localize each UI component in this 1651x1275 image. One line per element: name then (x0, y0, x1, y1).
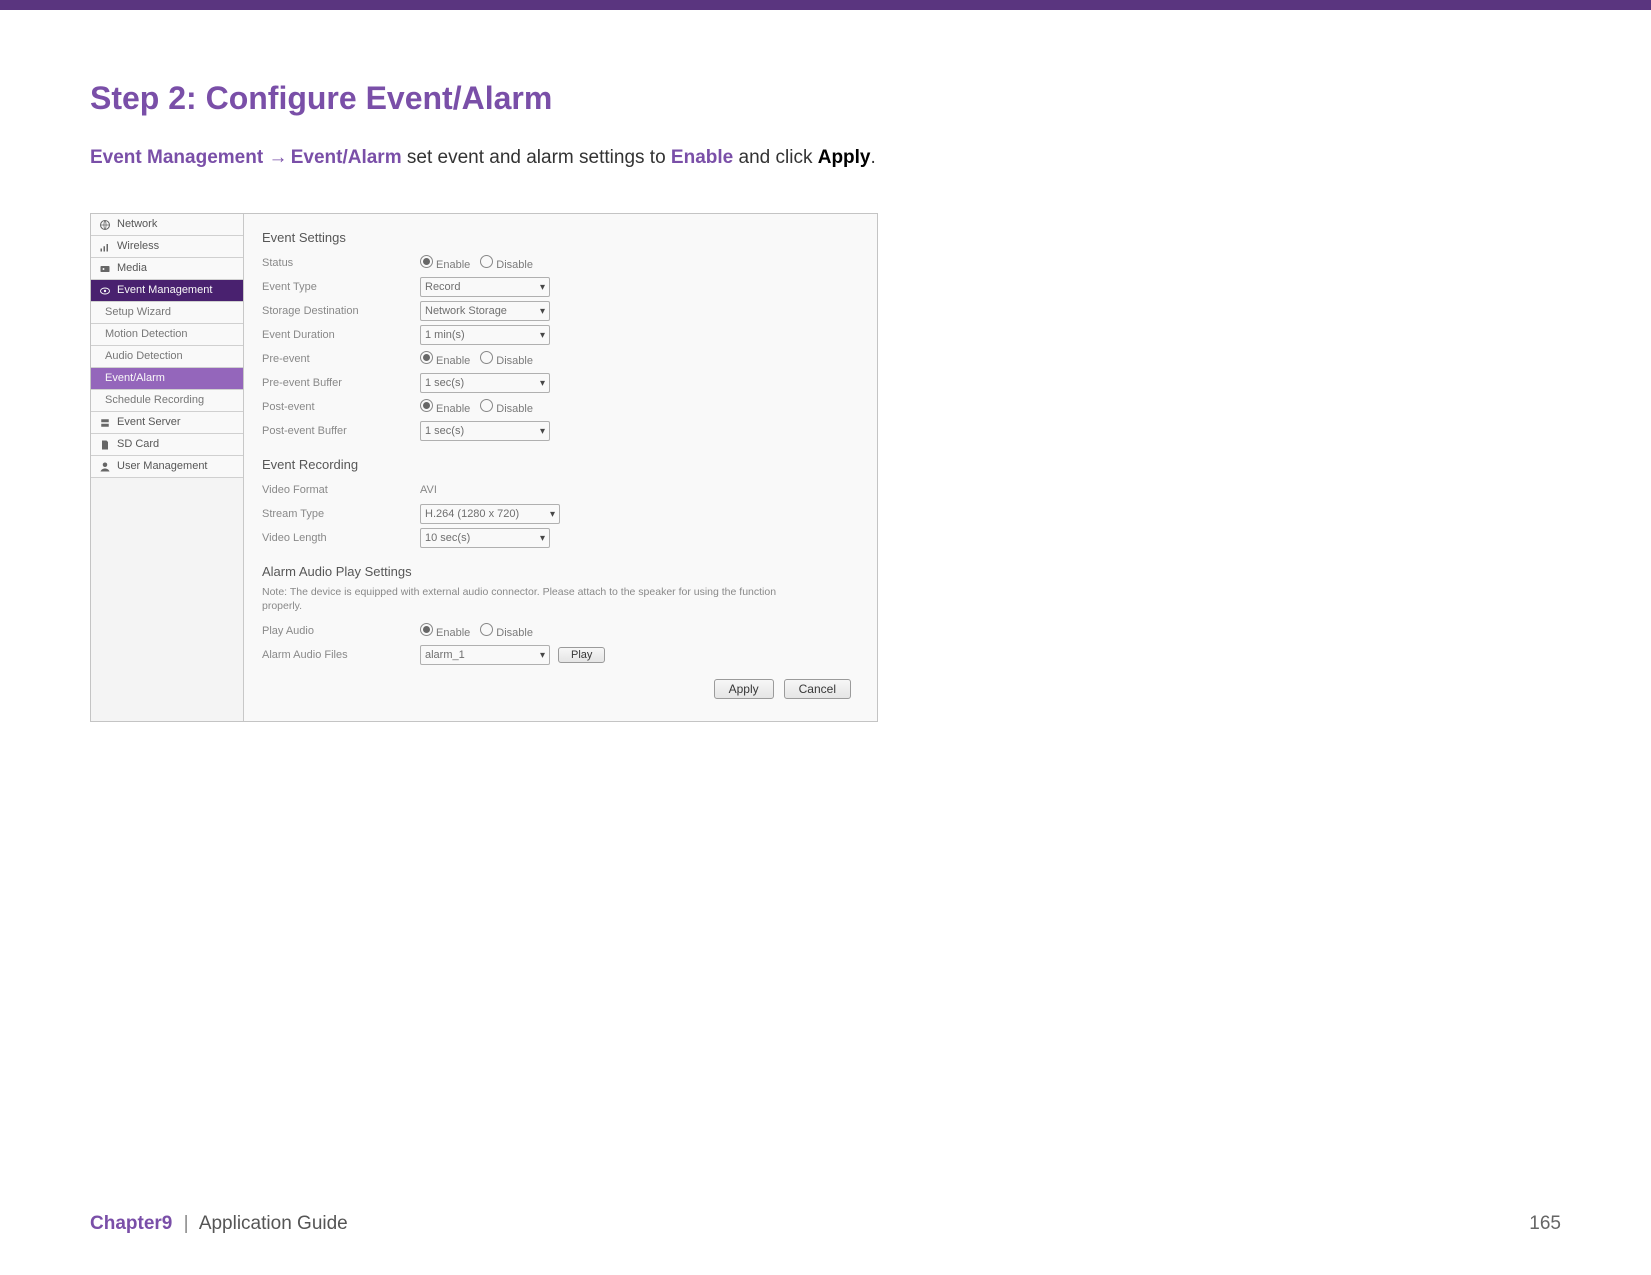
cancel-button[interactable]: Cancel (784, 679, 851, 699)
sidebar-item-label: Media (117, 258, 147, 279)
sidebar-item-motion-detection[interactable]: Motion Detection (91, 324, 243, 346)
sidebar-item-media[interactable]: Media (91, 258, 243, 280)
user-icon (99, 461, 111, 473)
play-audio-disable-radio[interactable] (480, 623, 493, 636)
video-format-value: AVI (420, 484, 540, 496)
stream-type-label: Stream Type (262, 508, 420, 520)
chevron-down-icon: ▾ (540, 330, 545, 341)
status-radio-group[interactable]: Enable Disable (420, 255, 533, 271)
kw-apply-bold: Apply (818, 147, 871, 168)
chevron-down-icon: ▾ (540, 306, 545, 317)
chevron-down-icon: ▾ (540, 378, 545, 389)
settings-screenshot: NetworkWirelessMediaEvent ManagementSetu… (90, 213, 878, 722)
footer-separator: | (184, 1213, 189, 1234)
sidebar-item-event-server[interactable]: Event Server (91, 412, 243, 434)
play-audio-label: Play Audio (262, 625, 420, 637)
sidebar: NetworkWirelessMediaEvent ManagementSetu… (91, 214, 244, 721)
sidebar-item-setup-wizard[interactable]: Setup Wizard (91, 302, 243, 324)
instruction-text: Event Management → Event/Alarm set event… (90, 147, 1561, 169)
chevron-down-icon: ▾ (540, 426, 545, 437)
video-length-select[interactable]: 10 sec(s)▾ (420, 528, 550, 548)
post-event-label: Post-event (262, 401, 420, 413)
play-audio-radio-group[interactable]: Enable Disable (420, 623, 533, 639)
instr-mid2: and click (739, 147, 818, 168)
sidebar-item-event-alarm[interactable]: Event/Alarm (91, 368, 243, 390)
chevron-down-icon: ▾ (540, 533, 545, 544)
sdcard-icon (99, 439, 111, 451)
sidebar-item-audio-detection[interactable]: Audio Detection (91, 346, 243, 368)
sidebar-item-label: Setup Wizard (105, 302, 171, 323)
sidebar-item-label: Wireless (117, 236, 159, 257)
header-bar (0, 0, 1651, 10)
page-number: 165 (1529, 1213, 1561, 1235)
sidebar-item-user-mgmt[interactable]: User Management (91, 456, 243, 478)
storage-dest-select[interactable]: Network Storage▾ (420, 301, 550, 321)
event-type-label: Event Type (262, 281, 420, 293)
media-icon (99, 263, 111, 275)
event-duration-select[interactable]: 1 min(s)▾ (420, 325, 550, 345)
chevron-down-icon: ▾ (540, 282, 545, 293)
play-button[interactable]: Play (558, 647, 605, 663)
sidebar-item-label: User Management (117, 456, 208, 477)
post-event-buffer-select[interactable]: 1 sec(s)▾ (420, 421, 550, 441)
pre-event-radio-group[interactable]: Enable Disable (420, 351, 533, 367)
stream-type-select[interactable]: H.264 (1280 x 720)▾ (420, 504, 560, 524)
post-event-enable-radio[interactable] (420, 399, 433, 412)
sidebar-item-network[interactable]: Network (91, 214, 243, 236)
pre-event-enable-radio[interactable] (420, 351, 433, 364)
post-event-disable-radio[interactable] (480, 399, 493, 412)
sidebar-item-label: Event Management (117, 280, 212, 301)
event-settings-heading: Event Settings (262, 230, 859, 245)
instr-end: . (871, 147, 876, 168)
storage-dest-label: Storage Destination (262, 305, 420, 317)
kw-event-alarm: Event/Alarm (291, 147, 402, 168)
footer-guide: Application Guide (199, 1213, 348, 1234)
sidebar-item-label: Event Server (117, 412, 181, 433)
alarm-audio-note: Note: The device is equipped with extern… (262, 585, 782, 613)
alarm-audio-files-label: Alarm Audio Files (262, 649, 420, 661)
play-audio-enable-radio[interactable] (420, 623, 433, 636)
pre-event-label: Pre-event (262, 353, 420, 365)
status-disable-radio[interactable] (480, 255, 493, 268)
pre-event-buffer-select[interactable]: 1 sec(s)▾ (420, 373, 550, 393)
sidebar-item-label: Motion Detection (105, 324, 188, 345)
alarm-audio-files-select[interactable]: alarm_1▾ (420, 645, 550, 665)
kw-event-management: Event Management (90, 147, 263, 168)
page-footer: Chapter9 | Application Guide 165 (90, 1213, 1561, 1235)
sidebar-item-event-mgmt[interactable]: Event Management (91, 280, 243, 302)
server-icon (99, 417, 111, 429)
event-duration-label: Event Duration (262, 329, 420, 341)
sidebar-item-label: SD Card (117, 434, 159, 455)
video-format-label: Video Format (262, 484, 420, 496)
apply-button[interactable]: Apply (714, 679, 774, 699)
arrow-icon: → (268, 147, 290, 168)
sidebar-item-label: Schedule Recording (105, 390, 204, 411)
sidebar-item-label: Network (117, 214, 157, 235)
sidebar-item-schedule-recording[interactable]: Schedule Recording (91, 390, 243, 412)
video-length-label: Video Length (262, 532, 420, 544)
status-enable-radio[interactable] (420, 255, 433, 268)
kw-enable: Enable (671, 147, 733, 168)
sidebar-item-label: Audio Detection (105, 346, 183, 367)
settings-panel: Event Settings Status Enable Disable Eve… (244, 214, 877, 721)
eye-icon (99, 285, 111, 297)
sidebar-item-sd-card[interactable]: SD Card (91, 434, 243, 456)
chevron-down-icon: ▾ (550, 509, 555, 520)
globe-icon (99, 219, 111, 231)
pre-event-disable-radio[interactable] (480, 351, 493, 364)
alarm-audio-heading: Alarm Audio Play Settings (262, 564, 859, 579)
sidebar-item-label: Event/Alarm (105, 368, 165, 389)
sidebar-item-wireless[interactable]: Wireless (91, 236, 243, 258)
event-recording-heading: Event Recording (262, 457, 859, 472)
status-label: Status (262, 257, 420, 269)
pre-event-buffer-label: Pre-event Buffer (262, 377, 420, 389)
post-event-buffer-label: Post-event Buffer (262, 425, 420, 437)
event-type-select[interactable]: Record▾ (420, 277, 550, 297)
instr-mid: set event and alarm settings to (407, 147, 671, 168)
signal-icon (99, 241, 111, 253)
footer-chapter: Chapter9 (90, 1213, 172, 1234)
step-title: Step 2: Configure Event/Alarm (90, 80, 1561, 117)
post-event-radio-group[interactable]: Enable Disable (420, 399, 533, 415)
chevron-down-icon: ▾ (540, 650, 545, 661)
